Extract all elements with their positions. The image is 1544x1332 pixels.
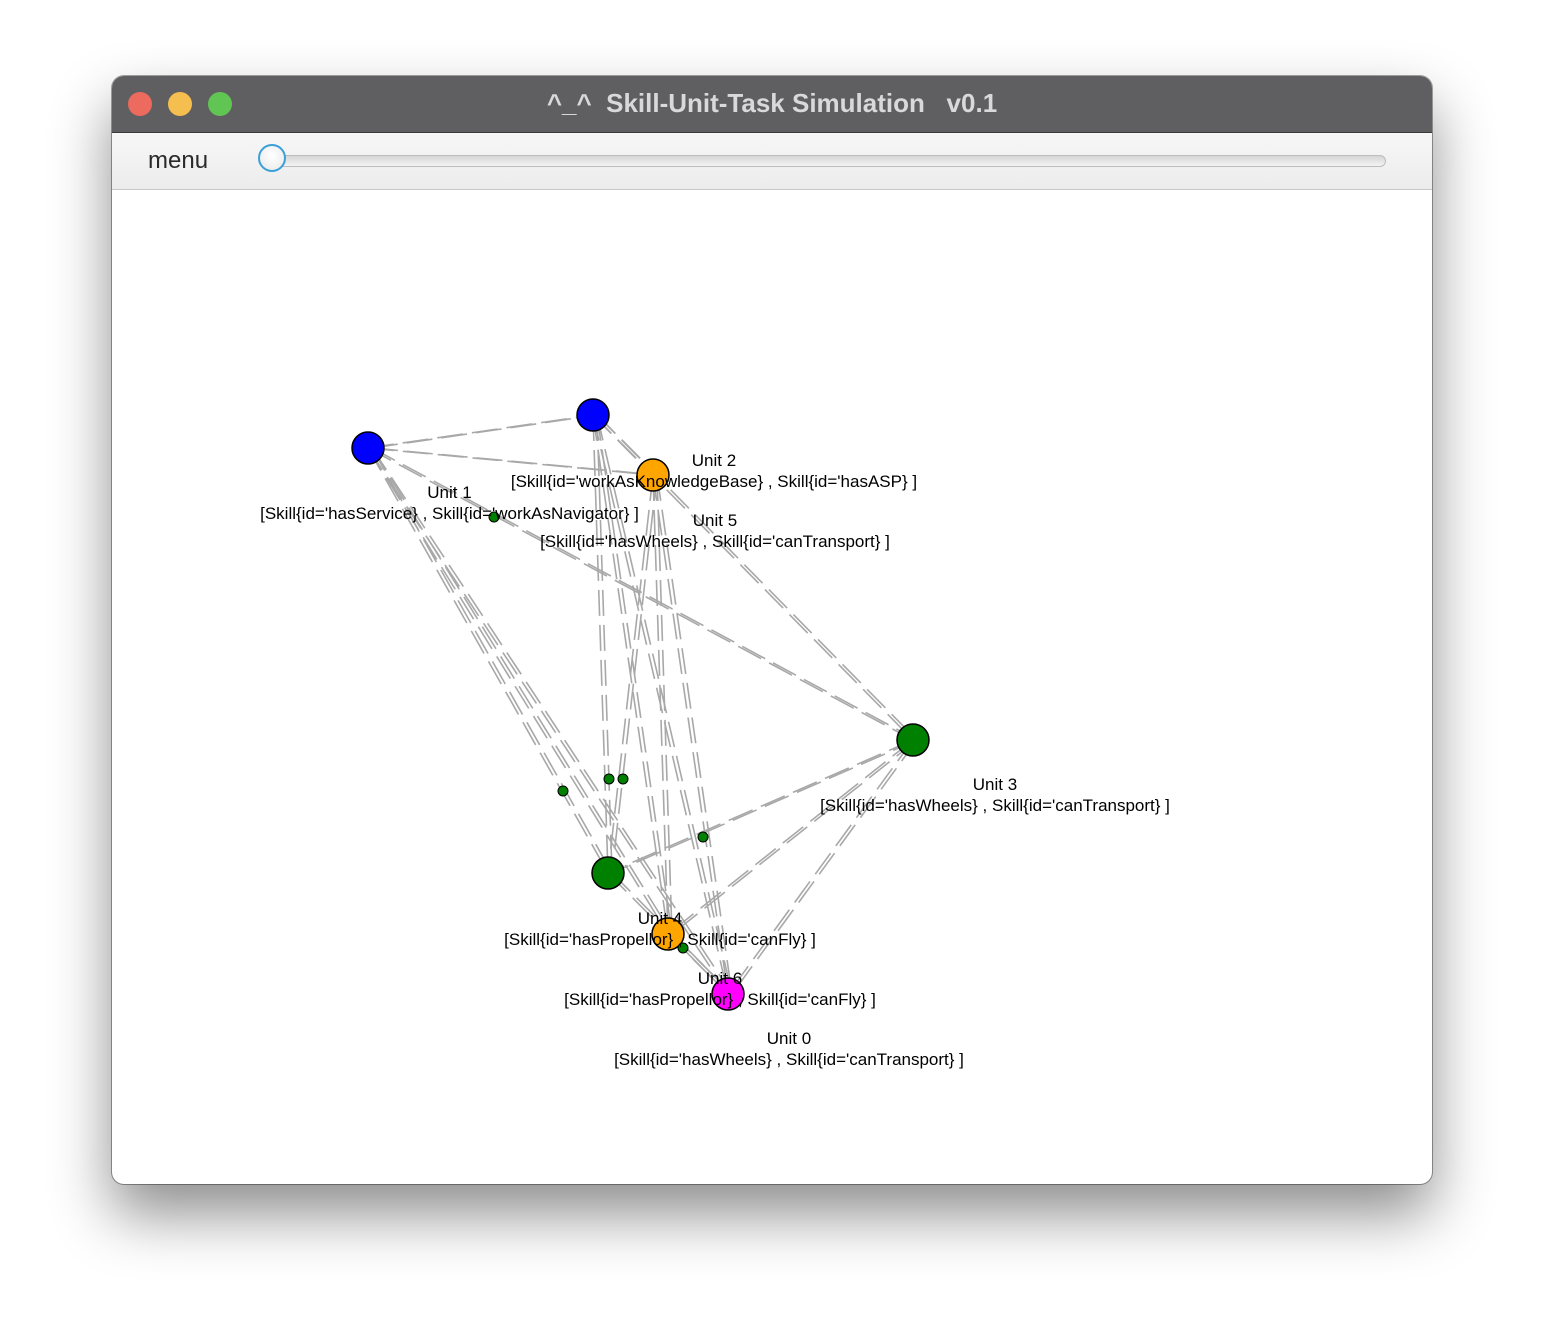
green-node-lower[interactable] [591, 856, 625, 890]
unit-2-skills: [Skill{id='workAsKnowledgeBase} , Skill{… [510, 472, 918, 491]
unit-2-label: Unit 2 [Skill{id='workAsKnowledgeBase} ,… [507, 450, 921, 492]
simulation-canvas[interactable]: Unit 1 [Skill{id='hasService} , Skill{id… [112, 190, 1432, 1184]
blue-node-b[interactable] [576, 398, 610, 432]
unit-2-name: Unit 2 [691, 451, 737, 470]
app-window: ^_^ Skill-Unit-Task Simulation v0.1 menu… [112, 76, 1432, 1184]
unit-0-label: Unit 0 [Skill{id='hasWheels} , Skill{id=… [606, 1028, 972, 1070]
unit-5-label: Unit 5 [Skill{id='hasWheels} , Skill{id=… [532, 510, 898, 552]
unit-4-label: Unit 4 [Skill{id='hasPropellor} , Skill{… [497, 908, 823, 950]
title-bar[interactable]: ^_^ Skill-Unit-Task Simulation v0.1 [112, 76, 1432, 133]
unit-4-name: Unit 4 [637, 909, 683, 928]
toolbar: menu [112, 133, 1432, 190]
task-dot [603, 773, 615, 785]
unit-0-name: Unit 0 [766, 1029, 812, 1048]
task-dot [617, 773, 629, 785]
unit-6-name: Unit 6 [697, 969, 743, 988]
task-dot [697, 831, 709, 843]
unit-5-name: Unit 5 [692, 511, 738, 530]
simulation-slider-track[interactable] [272, 155, 1386, 167]
simulation-slider-thumb[interactable] [258, 144, 286, 172]
unit-3-skills: [Skill{id='hasWheels} , Skill{id='canTra… [820, 796, 1170, 815]
unit-3-label: Unit 3 [Skill{id='hasWheels} , Skill{id=… [812, 774, 1178, 816]
unit-0-skills: [Skill{id='hasWheels} , Skill{id='canTra… [614, 1050, 964, 1069]
green-node-right[interactable] [896, 723, 930, 757]
menu-button[interactable]: menu [148, 147, 208, 175]
task-dot [557, 785, 569, 797]
window-title: ^_^ Skill-Unit-Task Simulation v0.1 [546, 88, 998, 118]
blue-node-a[interactable] [351, 431, 385, 465]
unit-6-label: Unit 6 [Skill{id='hasPropellor} , Skill{… [557, 968, 883, 1010]
unit-3-name: Unit 3 [972, 775, 1018, 794]
unit-6-skills: [Skill{id='hasPropellor} , Skill{id='can… [564, 990, 876, 1009]
unit-5-skills: [Skill{id='hasWheels} , Skill{id='canTra… [540, 532, 890, 551]
unit-4-skills: [Skill{id='hasPropellor} , Skill{id='can… [504, 930, 816, 949]
